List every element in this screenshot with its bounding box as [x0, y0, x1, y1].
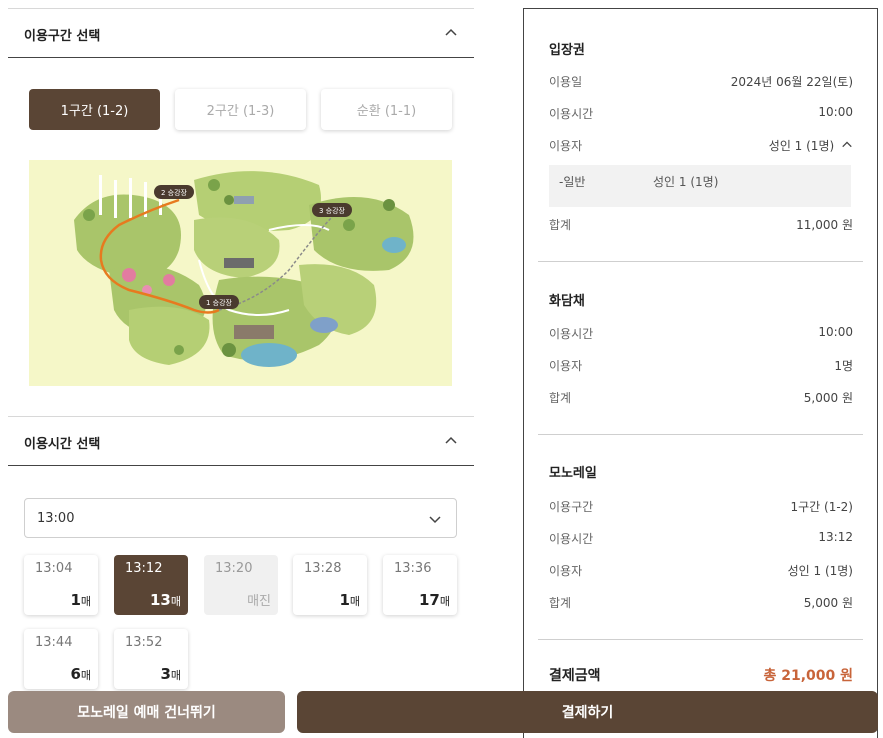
hour-select[interactable]: 13:00 — [24, 498, 457, 538]
slot-time: 13:20 — [215, 561, 253, 576]
divider — [538, 434, 863, 435]
chevron-down-icon — [429, 516, 441, 524]
divider — [538, 639, 863, 640]
skip-monorail-button[interactable]: 모노레일 예매 건너뛰기 — [8, 691, 285, 733]
time-slot-1312[interactable]: 13:12 13매 — [114, 555, 188, 615]
pay-button[interactable]: 결제하기 — [297, 691, 878, 733]
hwadamchae-time-row: 이용시간 10:00 — [549, 325, 853, 341]
time-slot-1320: 13:20 매진 — [204, 555, 278, 615]
booking-options-panel: 이용구간 선택 1구간 (1-2) 2구간 (1-3) 순환 (1-1) 2 승… — [8, 0, 474, 738]
ticket-sum-row: 합계 11,000 원 — [549, 218, 853, 232]
ticket-user-row[interactable]: 이용자 성인 1 (1명) — [549, 137, 853, 155]
time-slot-1336[interactable]: 13:36 17매 — [383, 555, 457, 615]
route-option-circular[interactable]: 순환 (1-1) — [321, 89, 452, 130]
slot-count: 17매 — [419, 591, 450, 609]
ticket-user-toggle[interactable]: 성인 1 (1명) — [769, 137, 853, 154]
hour-select-value: 13:00 — [37, 511, 75, 526]
station-3-label: 3 승강장 — [319, 206, 346, 215]
slot-count: 1매 — [339, 591, 360, 609]
slot-time: 13:12 — [125, 561, 163, 576]
hwadamchae-summary-title: 화담채 — [549, 294, 585, 309]
route-option-1[interactable]: 1구간 (1-2) — [29, 89, 160, 130]
slot-time: 13:36 — [394, 561, 432, 576]
slot-count: 13매 — [150, 591, 181, 609]
slot-count: 3매 — [160, 665, 181, 683]
monorail-route-row: 이용구간 1구간 (1-2) — [549, 500, 853, 514]
time-section-header[interactable]: 이용시간 선택 — [8, 416, 474, 466]
slot-count: 6매 — [70, 665, 91, 683]
total-payment-row: 결제금액 총 21,000 원 — [549, 665, 853, 685]
chevron-up-icon — [445, 28, 457, 36]
time-slot-1304[interactable]: 13:04 1매 — [24, 555, 98, 615]
time-slot-1344[interactable]: 13:44 6매 — [24, 629, 98, 689]
ticket-date-row: 이용일 2024년 06월 22일(토) — [549, 75, 853, 89]
monorail-time-row: 이용시간 13:12 — [549, 530, 853, 546]
hwadamchae-sum-row: 합계 5,000 원 — [549, 391, 853, 405]
ticket-time-row: 이용시간 10:00 — [549, 105, 853, 121]
monorail-user-row: 이용자 성인 1 (1명) — [549, 564, 853, 578]
monorail-route-map: 2 승강장 3 승강장 1 승강장 — [29, 160, 452, 386]
monorail-summary-title: 모노레일 — [549, 466, 597, 481]
slot-soldout: 매진 — [247, 594, 271, 609]
time-section-title: 이용시간 선택 — [24, 437, 101, 452]
slot-time: 13:28 — [304, 561, 342, 576]
monorail-sum-row: 합계 5,000 원 — [549, 596, 853, 610]
chevron-up-icon — [445, 436, 457, 444]
total-label: 결제금액 — [549, 668, 601, 684]
slot-time: 13:04 — [35, 561, 73, 576]
time-slot-1352[interactable]: 13:52 3매 — [114, 629, 188, 689]
time-slot-1328[interactable]: 13:28 1매 — [293, 555, 367, 615]
total-amount: 총 21,000 원 — [763, 668, 853, 684]
slot-time: 13:52 — [125, 635, 163, 650]
route-section-header[interactable]: 이용구간 선택 — [8, 8, 474, 58]
divider — [538, 261, 863, 262]
slot-count: 1매 — [70, 591, 91, 609]
order-summary-panel: 입장권 이용일 2024년 06월 22일(토) 이용시간 10:00 이용자 성인… — [523, 8, 878, 738]
ticket-summary-title: 입장권 — [549, 43, 585, 58]
route-option-2[interactable]: 2구간 (1-3) — [175, 89, 306, 130]
chevron-up-icon — [842, 141, 852, 148]
station-1-label: 1 승강장 — [206, 298, 233, 307]
ticket-user-detail: -일반 성인 1 (1명) — [549, 165, 851, 207]
station-2-marker: 2 승강장 — [154, 185, 194, 199]
hwadamchae-user-row: 이용자 1명 — [549, 359, 853, 373]
station-2-label: 2 승강장 — [161, 188, 188, 197]
station-1-marker: 1 승강장 — [199, 295, 239, 309]
map-illustration: 2 승강장 3 승강장 1 승강장 — [74, 171, 414, 367]
route-section-title: 이용구간 선택 — [24, 29, 101, 44]
slot-time: 13:44 — [35, 635, 73, 650]
station-3-marker: 3 승강장 — [312, 203, 352, 217]
